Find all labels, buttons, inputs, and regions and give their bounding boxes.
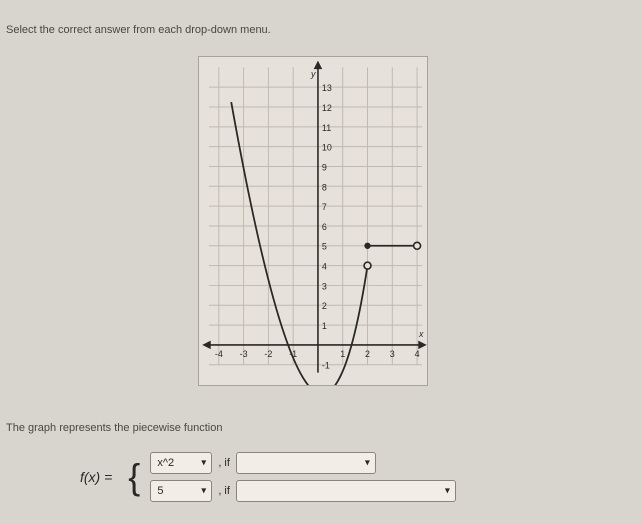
- open-endpoint-2: [414, 242, 421, 249]
- condition-2-select[interactable]: [236, 480, 456, 502]
- condition-1-select[interactable]: [236, 452, 376, 474]
- svg-text:-4: -4: [215, 349, 223, 359]
- piece-row-1: x^2 , if: [150, 452, 456, 474]
- curve-parabola: [231, 102, 367, 385]
- svg-text:-2: -2: [264, 349, 272, 359]
- function-definition: f(x) = { x^2 , if 5 , if: [80, 452, 456, 502]
- svg-text:5: 5: [322, 242, 327, 252]
- separator-1: , if: [218, 457, 230, 469]
- svg-text:4: 4: [322, 262, 327, 272]
- svg-text:2: 2: [365, 349, 370, 359]
- svg-text:11: 11: [322, 123, 331, 133]
- svg-text:7: 7: [322, 202, 327, 212]
- svg-text:1: 1: [340, 349, 345, 359]
- svg-text:8: 8: [322, 182, 327, 192]
- graph-svg: 13 12 11 10 9 8 7 6 5 4 3 2 1 -1 -4 -3 -…: [199, 57, 427, 385]
- svg-text:6: 6: [322, 222, 327, 232]
- instruction-text: Select the correct answer from each drop…: [6, 24, 271, 36]
- piece-row-2: 5 , if: [150, 480, 456, 502]
- piecewise-graph: 13 12 11 10 9 8 7 6 5 4 3 2 1 -1 -4 -3 -…: [198, 56, 428, 386]
- open-endpoint-1: [364, 262, 371, 269]
- svg-text:-1: -1: [322, 361, 330, 371]
- function-label: f(x) =: [80, 469, 112, 485]
- svg-text:3: 3: [390, 349, 395, 359]
- closed-endpoint: [364, 243, 370, 249]
- piece-2-select[interactable]: 5: [150, 480, 212, 502]
- svg-text:-3: -3: [240, 349, 248, 359]
- svg-text:x: x: [418, 329, 424, 339]
- svg-text:y: y: [310, 69, 316, 79]
- svg-text:13: 13: [322, 83, 332, 93]
- svg-text:9: 9: [322, 162, 327, 172]
- svg-text:4: 4: [415, 349, 420, 359]
- svg-text:2: 2: [322, 301, 327, 311]
- svg-text:1: 1: [322, 321, 327, 331]
- statement-text: The graph represents the piecewise funct…: [6, 422, 222, 434]
- svg-text:12: 12: [322, 103, 332, 113]
- brace-icon: {: [128, 462, 140, 493]
- separator-2: , if: [218, 485, 230, 497]
- svg-text:3: 3: [322, 281, 327, 291]
- svg-text:10: 10: [322, 143, 332, 153]
- piece-1-select[interactable]: x^2: [150, 452, 212, 474]
